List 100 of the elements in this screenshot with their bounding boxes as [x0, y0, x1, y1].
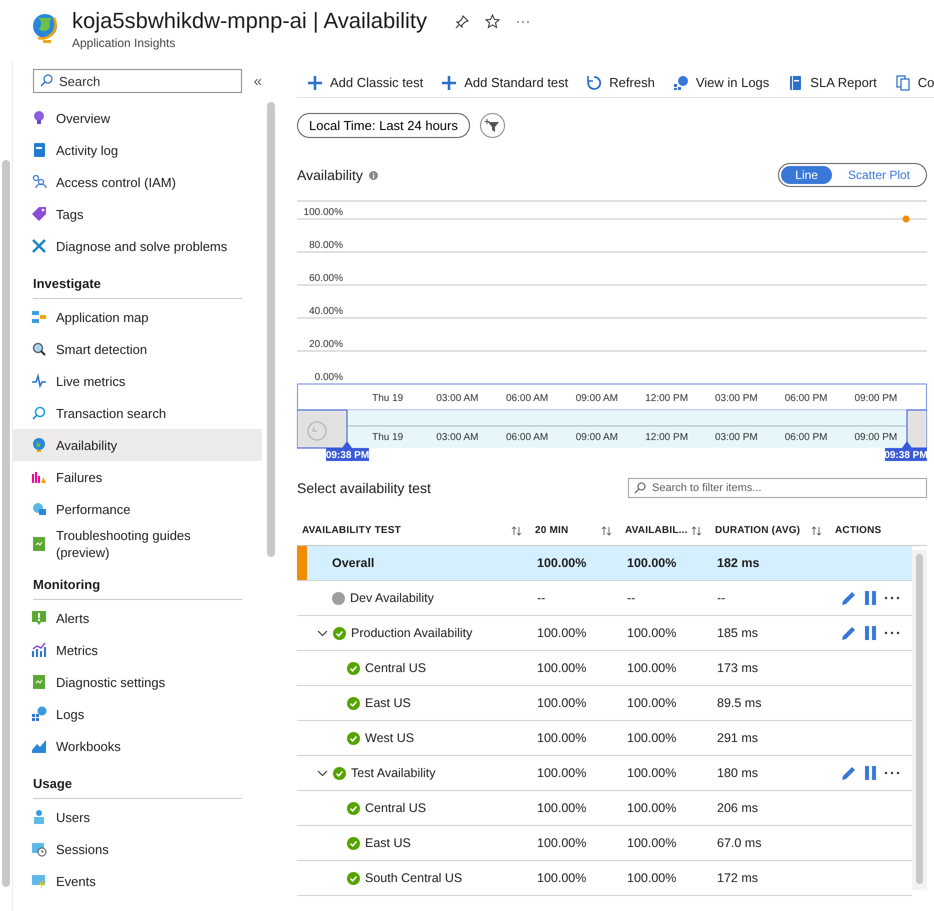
test-name[interactable]: Dev Availability	[350, 591, 434, 605]
tools-icon	[31, 238, 47, 254]
toolbar-button[interactable]: Add Standard test	[441, 74, 568, 90]
table-cell-text: 100.00%	[536, 766, 588, 780]
axis-label: 09:00 AM	[576, 432, 618, 443]
add-filter-button[interactable]	[480, 113, 505, 138]
axis-label: 09:00 PM	[854, 393, 898, 404]
axis-label: Thu 19	[372, 432, 404, 443]
nav-item[interactable]: Diagnostic settings	[13, 666, 262, 698]
test-name[interactable]: Test Availability	[351, 766, 436, 780]
more-icon[interactable]	[516, 20, 530, 24]
table-cell-text: --	[716, 591, 726, 605]
axis-label: 12:00 PM	[645, 432, 688, 443]
axis-label: 03:00 AM	[436, 393, 479, 404]
more-icon[interactable]	[884, 631, 900, 635]
axis-label: 40.00%	[309, 306, 343, 317]
toolbar-button[interactable]: SLA Report	[787, 74, 877, 90]
nav-item[interactable]: Users	[13, 801, 262, 833]
axis-label: 03:00 PM	[714, 393, 758, 404]
chevron-icon[interactable]	[317, 768, 328, 778]
nav-item[interactable]: Logs	[13, 698, 262, 730]
info-icon[interactable]	[368, 170, 378, 180]
test-name[interactable]: Central US	[365, 661, 426, 675]
pause-icon[interactable]	[865, 626, 876, 640]
nav-item[interactable]: Live metrics	[13, 365, 262, 397]
scrollbar[interactable]	[2, 160, 10, 887]
book-icon	[31, 674, 47, 690]
nav-item[interactable]: Transaction search	[13, 397, 262, 429]
nav-item[interactable]: Metrics	[13, 634, 262, 666]
test-name[interactable]: Production Availability	[351, 626, 472, 640]
axis-label: 09:00 AM	[576, 393, 618, 404]
nav-item[interactable]: Application map	[13, 301, 262, 333]
chart-title: Availability	[297, 167, 363, 183]
chevron-icon[interactable]	[317, 628, 328, 638]
nav-item[interactable]: Access control (IAM)	[13, 166, 262, 198]
more-icon[interactable]	[884, 596, 900, 600]
column-header[interactable]: ACTIONS	[835, 525, 882, 536]
search-field[interactable]: Search	[33, 69, 242, 93]
more-icon[interactable]	[884, 771, 900, 775]
edit-icon[interactable]	[840, 764, 857, 782]
scrollbar[interactable]	[267, 102, 275, 557]
view-option[interactable]: Scatter Plot	[834, 166, 924, 184]
table-cell-text: 100.00%	[536, 661, 588, 675]
sort-icon[interactable]	[601, 526, 612, 536]
sort-icon[interactable]	[811, 526, 822, 536]
table-cell-text: 100.00%	[536, 871, 588, 885]
filter-field[interactable]: Search to filter items...	[628, 478, 927, 498]
toolbar-button[interactable]: Add Classic test	[307, 74, 424, 90]
nav-item[interactable]: Events	[13, 865, 262, 897]
axis-label: 100.00%	[304, 207, 343, 218]
toolbar-button[interactable]: View in Logs	[672, 74, 770, 90]
nav-item[interactable]: Sessions	[13, 833, 262, 865]
edit-icon[interactable]	[840, 590, 857, 606]
table-cell-text: 100.00%	[536, 626, 588, 640]
user-icon	[31, 809, 47, 825]
pause-icon[interactable]	[865, 766, 876, 780]
column-header[interactable]: 20 MIN	[535, 525, 568, 536]
table-cell-text: --	[536, 591, 546, 605]
chart-icon	[31, 642, 47, 658]
test-name[interactable]: East US	[365, 696, 411, 710]
table-cell-text: 182 ms	[716, 556, 760, 570]
table-cell-text: --	[626, 591, 636, 605]
table-cell-text: 100.00%	[536, 731, 588, 745]
table-cell-text: 206 ms	[716, 801, 759, 815]
nav-item[interactable]: Diagnose and solve problems	[13, 230, 262, 262]
column-header[interactable]: AVAILABIL...	[625, 525, 688, 536]
nav-item[interactable]: Availability	[13, 429, 262, 461]
nav-item[interactable]: Performance	[13, 493, 262, 525]
nav-item[interactable]: Overview	[13, 102, 262, 134]
star-icon[interactable]	[485, 14, 500, 29]
nav-item[interactable]: Failures	[13, 461, 262, 493]
test-name[interactable]: East US	[365, 836, 411, 850]
scrollbar[interactable]	[916, 554, 923, 884]
table-cell-text: 100.00%	[626, 766, 678, 780]
time-range-button[interactable]: Local Time: Last 24 hours	[297, 113, 470, 138]
nav-item[interactable]: Workbooks	[13, 730, 262, 762]
plus-icon	[441, 74, 458, 90]
book-icon	[31, 536, 47, 552]
sort-icon[interactable]	[691, 526, 702, 536]
nav-item[interactable]: Activity log	[13, 134, 262, 166]
nav-item[interactable]: Alerts	[13, 602, 262, 634]
view-option[interactable]: Line	[781, 166, 832, 184]
test-name[interactable]: West US	[365, 731, 414, 745]
test-name[interactable]: South Central US	[365, 871, 462, 885]
column-header[interactable]: DURATION (AVG)	[715, 525, 800, 536]
table-cell-text: 291 ms	[716, 731, 759, 745]
test-name[interactable]: Central US	[365, 801, 426, 815]
pin-icon[interactable]	[455, 14, 470, 28]
collapse-button[interactable]: «	[254, 72, 262, 90]
edit-icon[interactable]	[840, 624, 857, 642]
nav-item[interactable]: Tags	[13, 198, 262, 230]
sort-icon[interactable]	[511, 526, 522, 536]
toolbar-button[interactable]: Refresh	[586, 74, 655, 90]
nav-item[interactable]: Troubleshooting guides (preview)	[13, 525, 262, 563]
pause-icon[interactable]	[865, 591, 876, 605]
toolbar-button[interactable]: Co	[894, 74, 934, 90]
column-header[interactable]: AVAILABILITY TEST	[302, 525, 401, 536]
nav-item[interactable]: Smart detection	[13, 333, 262, 365]
test-name[interactable]: Overall	[332, 556, 374, 570]
axis-label: 12:00 PM	[645, 393, 688, 404]
